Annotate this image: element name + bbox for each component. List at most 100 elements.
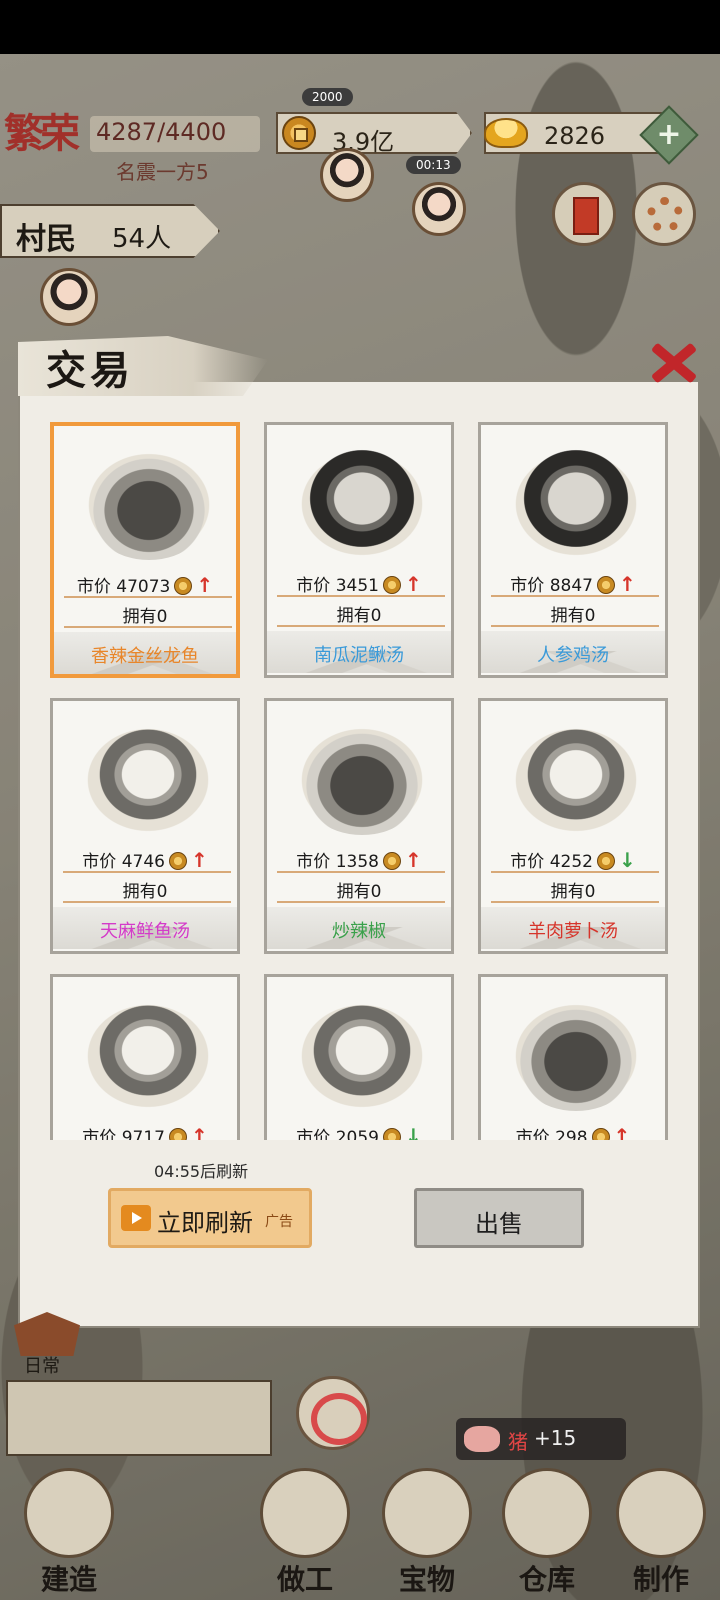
- coin-icon: [382, 852, 401, 870]
- price-value: 8847: [549, 576, 593, 596]
- item-grid[interactable]: 市价 47073 ↑ 拥有0 香辣金丝龙鱼 市价 3451 ↑ 拥有0 南瓜泥鳅汤: [50, 422, 682, 1140]
- price-row: 市价 3451 ↑: [267, 571, 451, 597]
- coin-icon: [382, 576, 401, 594]
- divider: [491, 901, 659, 903]
- divider: [277, 595, 445, 597]
- item-card[interactable]: 市价 4252 ↓ 拥有0 羊肉萝卜汤: [478, 698, 668, 954]
- dish-image: [84, 450, 214, 560]
- refresh-now-button[interactable]: 立即刷新 广告: [108, 1188, 312, 1248]
- order-button[interactable]: [552, 182, 616, 246]
- dish-image: [511, 725, 641, 835]
- plus-icon: +: [656, 117, 682, 152]
- price-row: 市价 9717 ↑: [53, 1123, 237, 1140]
- work-icon: [260, 1468, 350, 1558]
- prosperity-title: 繁荣: [4, 110, 80, 157]
- coin-icon: [382, 1128, 401, 1140]
- coin-icon: [591, 1128, 610, 1140]
- dish-image: [511, 449, 641, 559]
- bracelet-icon[interactable]: [296, 1376, 370, 1450]
- pig-name: 猪: [508, 1430, 528, 1454]
- item-card[interactable]: 市价 47073 ↑ 拥有0 香辣金丝龙鱼: [50, 422, 240, 678]
- item-card[interactable]: 市价 8847 ↑ 拥有0 人参鸡汤: [478, 422, 668, 678]
- settings-button[interactable]: [632, 182, 696, 246]
- price-value: 298: [555, 1128, 588, 1140]
- owned-count: 拥有0: [122, 607, 168, 627]
- item-card[interactable]: 市价 2059 ↓: [264, 974, 454, 1140]
- build-icon: [24, 1468, 114, 1558]
- pig-reward-toast: 猪 +15: [456, 1418, 626, 1460]
- coin-icon: [596, 576, 615, 594]
- coin-icon: [174, 577, 193, 595]
- price-label: 市价: [510, 576, 545, 596]
- nav-build[interactable]: 建造: [14, 1468, 124, 1600]
- arrow-down-icon: ↓: [404, 1124, 422, 1140]
- owned-count: 拥有0: [336, 882, 382, 902]
- dish-image: [511, 1001, 641, 1111]
- item-card[interactable]: 市价 9717 ↑: [50, 974, 240, 1140]
- gear-icon: [647, 197, 683, 233]
- sell-button[interactable]: 出售: [414, 1188, 584, 1248]
- price-value: 1358: [335, 852, 379, 872]
- villager-avatar[interactable]: [40, 268, 98, 326]
- nav-craft[interactable]: 制作: [606, 1468, 716, 1600]
- prosperity-rank: 名震一方5: [116, 160, 209, 184]
- pig-icon: [464, 1426, 500, 1452]
- price-row: 市价 298 ↑: [481, 1123, 665, 1140]
- divider: [277, 871, 445, 873]
- ingots-value: 2826: [544, 122, 606, 150]
- nav-label: 做工: [276, 1563, 333, 1596]
- owned-count: 拥有0: [550, 606, 596, 626]
- visitor-avatar[interactable]: [320, 148, 374, 202]
- price-row: 市价 4252 ↓: [481, 847, 665, 873]
- divider: [491, 595, 659, 597]
- price-value: 47073: [116, 577, 171, 597]
- coin-icon: [168, 1128, 187, 1140]
- name-band: 羊肉萝卜汤: [481, 907, 665, 949]
- price-row: 市价 1358 ↑: [267, 847, 451, 873]
- nav-treasure[interactable]: 宝物: [372, 1468, 482, 1600]
- copper-coin-icon: [282, 116, 316, 150]
- daily-task-box[interactable]: [6, 1380, 272, 1456]
- divider: [491, 625, 659, 627]
- price-row: 市价 47073 ↑: [54, 572, 236, 598]
- owned-count: 拥有0: [550, 882, 596, 902]
- dish-image: [297, 725, 427, 835]
- name-band: 香辣金丝龙鱼: [54, 632, 236, 674]
- name-band: 南瓜泥鳅汤: [267, 631, 451, 673]
- item-card[interactable]: 市价 1358 ↑ 拥有0 炒辣椒: [264, 698, 454, 954]
- price-label: 市价: [76, 577, 111, 597]
- price-value: 4252: [549, 852, 593, 872]
- nav-label: 制作: [632, 1563, 689, 1596]
- item-card[interactable]: 市价 4746 ↑ 拥有0 天麻鲜鱼汤: [50, 698, 240, 954]
- villager-pill[interactable]: 村民 54人: [0, 204, 220, 258]
- ticket-icon: [573, 197, 599, 235]
- item-card[interactable]: 市价 3451 ↑ 拥有0 南瓜泥鳅汤: [264, 422, 454, 678]
- nav-warehouse[interactable]: 仓库: [492, 1468, 602, 1600]
- price-value: 3451: [335, 576, 379, 596]
- visitor-avatar-2[interactable]: [412, 182, 466, 236]
- prosperity-value: 4287/4400: [96, 118, 227, 146]
- name-band: 天麻鲜鱼汤: [53, 907, 237, 949]
- ad-tag: 广告: [265, 1214, 293, 1230]
- dish-name: 人参鸡汤: [537, 645, 609, 666]
- price-value: 2059: [335, 1128, 379, 1140]
- visitor-timer: 00:13: [406, 156, 461, 174]
- price-label: 市价: [296, 852, 331, 872]
- arrow-up-icon: ↑: [196, 573, 214, 597]
- coins-pill[interactable]: 3.9亿: [276, 112, 472, 154]
- villager-count: 54人: [112, 224, 172, 254]
- arrow-up-icon: ↑: [404, 848, 422, 872]
- status-bar: [0, 0, 720, 54]
- dish-name: 香辣金丝龙鱼: [91, 646, 199, 667]
- price-label: 市价: [515, 1128, 550, 1140]
- item-card[interactable]: 市价 298 ↑: [478, 974, 668, 1140]
- divider: [277, 901, 445, 903]
- sell-label: 出售: [475, 1210, 523, 1238]
- price-value: 4746: [121, 852, 165, 872]
- close-icon[interactable]: [644, 334, 700, 390]
- nav-work[interactable]: 做工: [250, 1468, 360, 1600]
- villager-label: 村民: [16, 222, 76, 257]
- bowl-icon: [616, 1468, 706, 1558]
- prosperity-panel[interactable]: 繁荣 4287/4400 名震一方5: [0, 112, 260, 188]
- video-ad-icon: [121, 1205, 151, 1231]
